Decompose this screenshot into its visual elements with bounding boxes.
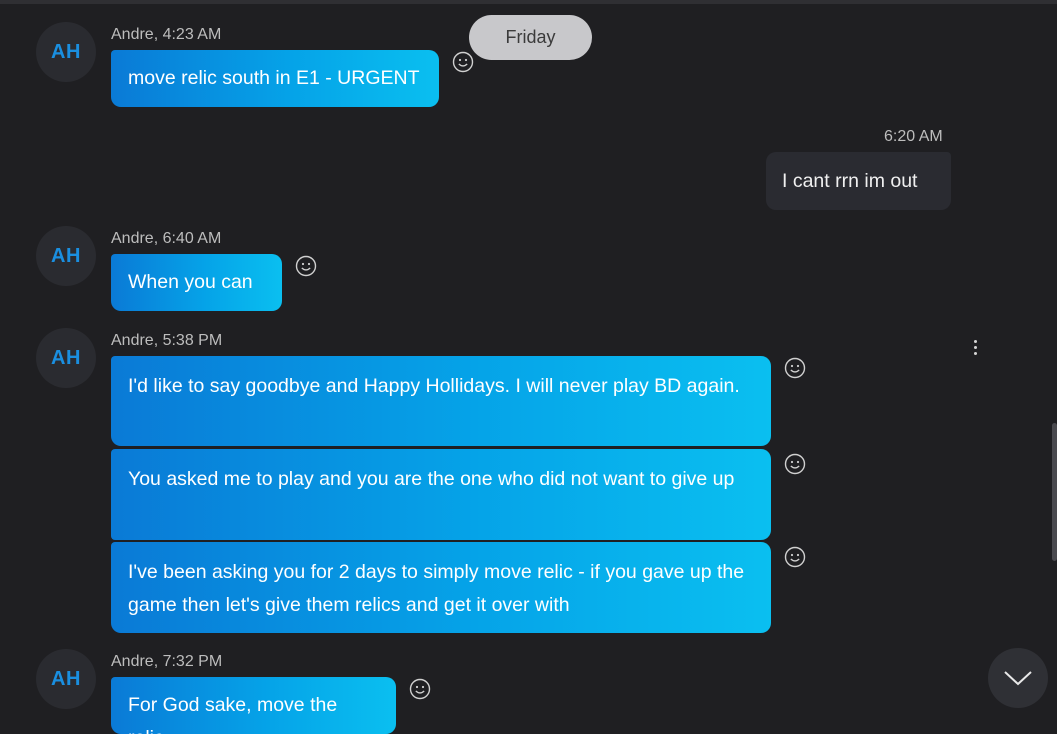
- message-bubble[interactable]: I've been asking you for 2 days to simpl…: [111, 542, 771, 633]
- avatar[interactable]: AH: [36, 649, 96, 709]
- message-bubble[interactable]: For God sake, move the relic: [111, 677, 396, 734]
- message-bubble[interactable]: move relic south in E1 - URGENT: [111, 50, 439, 107]
- smiley-icon[interactable]: [295, 255, 317, 277]
- avatar[interactable]: AH: [36, 226, 96, 286]
- date-separator: Friday: [469, 15, 592, 60]
- smiley-icon[interactable]: [784, 546, 806, 568]
- message-sender-time: Andre, 5:38 PM: [111, 332, 223, 349]
- scroll-to-bottom-button[interactable]: [988, 648, 1048, 708]
- message-sender-time: Andre, 7:32 PM: [111, 653, 223, 670]
- message-sender-time: Andre, 4:23 AM: [111, 26, 222, 43]
- top-divider: [0, 0, 1057, 4]
- message-bubble[interactable]: You asked me to play and you are the one…: [111, 449, 771, 540]
- chevron-down-icon: [1004, 671, 1032, 686]
- smiley-icon[interactable]: [409, 678, 431, 700]
- scrollbar-thumb[interactable]: [1052, 423, 1057, 561]
- smiley-icon[interactable]: [784, 357, 806, 379]
- avatar[interactable]: AH: [36, 328, 96, 388]
- message-sender-time: Andre, 6:40 AM: [111, 230, 222, 247]
- outgoing-message-bubble[interactable]: I cant rrn im out: [766, 152, 951, 210]
- avatar[interactable]: AH: [36, 22, 96, 82]
- message-bubble[interactable]: When you can: [111, 254, 282, 311]
- chat-pane: Friday AH Andre, 4:23 AM move relic sout…: [0, 0, 1057, 734]
- smiley-icon[interactable]: [452, 51, 474, 73]
- outgoing-time: 6:20 AM: [884, 128, 943, 145]
- more-vertical-icon[interactable]: [966, 335, 984, 359]
- smiley-icon[interactable]: [784, 453, 806, 475]
- message-bubble[interactable]: I'd like to say goodbye and Happy Hollid…: [111, 356, 771, 446]
